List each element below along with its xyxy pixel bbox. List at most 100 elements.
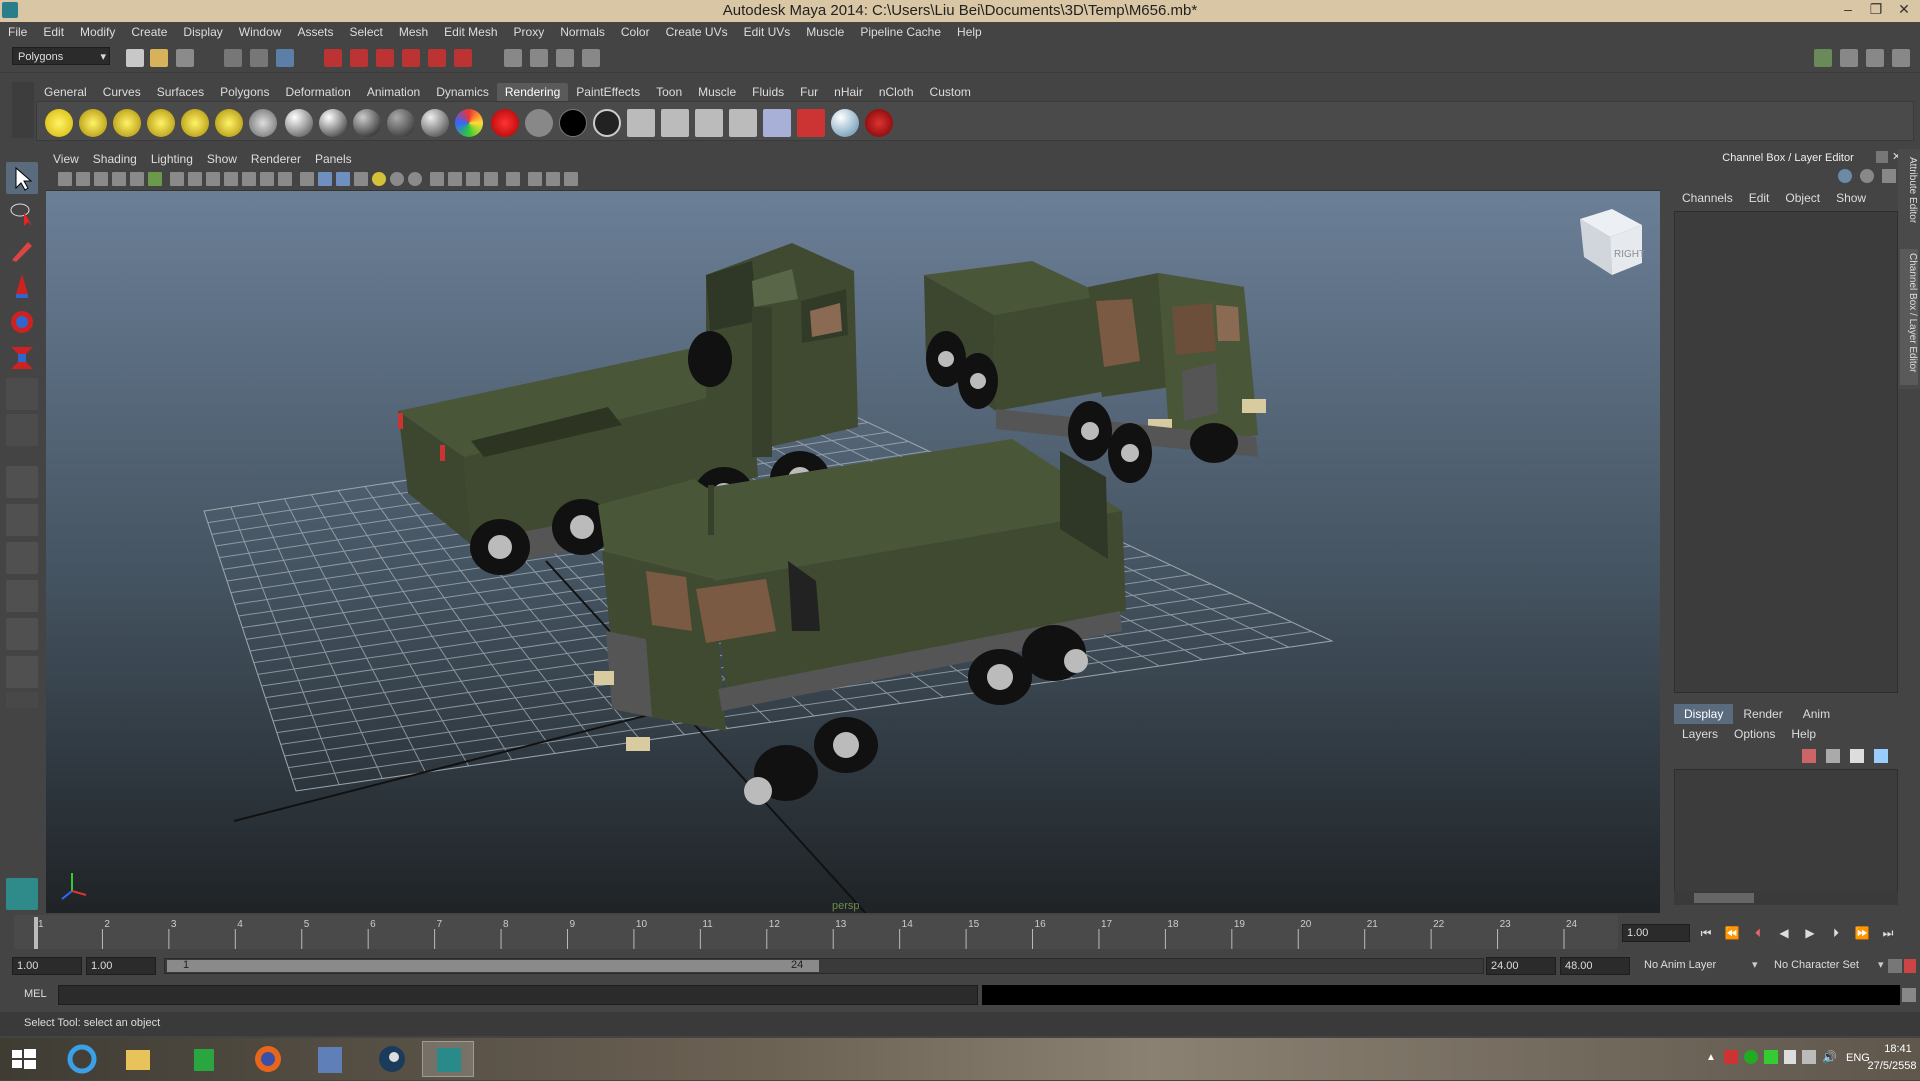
attribute-editor-side-tab[interactable]: Attribute Editor [1900, 153, 1918, 233]
snap-view-plane-icon[interactable] [402, 49, 420, 67]
shadows-icon[interactable] [408, 172, 422, 186]
range-slider-handle[interactable] [167, 960, 819, 972]
anim-layer-dropdown[interactable]: No Anim Layer [1644, 959, 1716, 971]
animation-preferences-icon[interactable] [1904, 959, 1916, 973]
menu-muscle[interactable]: Muscle [798, 22, 852, 43]
snap-point-icon[interactable] [376, 49, 394, 67]
menu-proxy[interactable]: Proxy [506, 22, 553, 43]
character-set-chevron-icon[interactable]: ▾ [1878, 958, 1884, 971]
step-forward-key-icon[interactable]: ⏩ [1854, 926, 1870, 940]
hud-toggle-icon[interactable] [564, 172, 578, 186]
menu-help[interactable]: Help [949, 22, 990, 43]
float-panel-icon[interactable] [1876, 151, 1888, 163]
clock-date[interactable]: 27/5/2558 [1864, 1060, 1920, 1072]
attribute-toggle-icon[interactable] [1882, 169, 1896, 183]
toggle-attribute-editor-icon[interactable] [1840, 49, 1858, 67]
shelf-tab-rendering[interactable]: Rendering [496, 83, 569, 101]
time-slider[interactable]: 1 2 3 4 5 6 7 8 9 10 11 12 13 14 15 16 17 18 19 20 21 22 23 24 [14, 915, 1618, 949]
menu-file[interactable]: File [0, 22, 35, 43]
wireframe-icon[interactable] [300, 172, 314, 186]
use-all-lights-icon[interactable] [390, 172, 404, 186]
internet-explorer-icon[interactable] [56, 1041, 108, 1077]
layer-tab-anim[interactable]: Anim [1793, 704, 1840, 724]
xray-joints-icon[interactable] [448, 172, 462, 186]
tray-app-icon[interactable] [1724, 1050, 1738, 1064]
step-back-key-icon[interactable]: ⏪ [1724, 926, 1740, 940]
image-plane-icon[interactable] [112, 172, 126, 186]
network-icon[interactable] [1802, 1050, 1816, 1064]
firefox-icon[interactable] [242, 1041, 294, 1077]
shelf-tab-fluids[interactable]: Fluids [744, 83, 792, 101]
shelf-tab-general[interactable]: General [36, 83, 95, 101]
shelf-menu-handle[interactable] [12, 82, 34, 138]
layer-menu-layers[interactable]: Layers [1674, 727, 1726, 741]
gate-mask-icon[interactable] [224, 172, 238, 186]
current-time-field[interactable]: 1.00 [1622, 924, 1690, 942]
snap-live-icon[interactable] [428, 49, 446, 67]
render-view-icon[interactable] [504, 49, 522, 67]
phonge-material-icon[interactable] [387, 109, 415, 137]
channel-box-panel[interactable] [1674, 211, 1898, 693]
safe-action-icon[interactable] [260, 172, 274, 186]
shelf-tab-muscle[interactable]: Muscle [690, 83, 744, 101]
help-app-icon[interactable] [304, 1041, 356, 1077]
shelf-tab-fur[interactable]: Fur [792, 83, 826, 101]
high-quality-icon[interactable] [528, 172, 542, 186]
steam-icon[interactable] [366, 1041, 418, 1077]
spot-light-icon[interactable] [147, 109, 175, 137]
cb-menu-edit[interactable]: Edit [1741, 191, 1778, 205]
render-view-shelf-icon[interactable] [729, 109, 757, 137]
camera-icon[interactable] [249, 109, 277, 137]
channel-box-side-tab[interactable]: Channel Box / Layer Editor [1900, 249, 1918, 385]
security-icon[interactable] [1744, 1050, 1758, 1064]
four-view-layout-icon[interactable] [6, 504, 38, 536]
menu-normals[interactable]: Normals [552, 22, 613, 43]
layer-tab-render[interactable]: Render [1733, 704, 1792, 724]
lambert-material-icon[interactable] [285, 109, 313, 137]
backface-culling-icon[interactable] [484, 172, 498, 186]
move-layer-down-icon[interactable] [1826, 749, 1840, 763]
save-scene-icon[interactable] [176, 49, 194, 67]
shelf-tab-polygons[interactable]: Polygons [212, 83, 277, 101]
select-camera-icon[interactable] [58, 172, 72, 186]
shelf-tab-custom[interactable]: Custom [922, 83, 979, 101]
volume-light-icon[interactable] [215, 109, 243, 137]
menu-edit[interactable]: Edit [35, 22, 72, 43]
layer-tab-display[interactable]: Display [1674, 704, 1734, 724]
film-gate-icon[interactable] [188, 172, 202, 186]
channel-box-toggle-icon[interactable] [1838, 169, 1852, 183]
select-hierarchy-icon[interactable] [224, 49, 242, 67]
layer-list-panel[interactable] [1674, 769, 1898, 894]
clock-time[interactable]: 18:41 [1876, 1043, 1920, 1055]
toggle-channel-box-icon[interactable] [1892, 49, 1910, 67]
panel-menu-renderer[interactable]: Renderer [244, 149, 308, 166]
use-background-icon[interactable] [559, 109, 587, 137]
surface-shader-icon[interactable] [525, 109, 553, 137]
volume-icon[interactable]: 🔊 [1822, 1050, 1837, 1064]
new-layer-selected-icon[interactable] [1874, 749, 1888, 763]
panel-menu-panels[interactable]: Panels [308, 149, 359, 166]
shelf-tab-surfaces[interactable]: Surfaces [149, 83, 212, 101]
scale-tool-icon[interactable] [6, 342, 38, 374]
shelf-tab-ncloth[interactable]: nCloth [871, 83, 922, 101]
panel-menu-show[interactable]: Show [200, 149, 244, 166]
menu-edit-mesh[interactable]: Edit Mesh [436, 22, 505, 43]
panel-menu-view[interactable]: View [46, 149, 86, 166]
point-light-icon[interactable] [113, 109, 141, 137]
step-back-frame-icon[interactable]: ⏴ [1750, 926, 1766, 940]
menu-pipeline-cache[interactable]: Pipeline Cache [852, 22, 949, 43]
ipr-render-shelf-icon[interactable] [661, 109, 689, 137]
lasso-tool-icon[interactable] [6, 198, 38, 230]
camera-attributes-icon[interactable] [76, 172, 90, 186]
select-tool-icon[interactable] [6, 162, 38, 194]
grid-toggle-icon[interactable] [170, 172, 184, 186]
layer-menu-options[interactable]: Options [1726, 727, 1783, 741]
play-backwards-icon[interactable]: ◀ [1776, 926, 1792, 940]
animation-start-field[interactable]: 1.00 [12, 957, 82, 975]
isolate-select-icon[interactable] [506, 172, 520, 186]
script-editor-icon[interactable] [1902, 988, 1916, 1002]
command-language-label[interactable]: MEL [24, 988, 47, 1000]
persp-graph-layout-icon[interactable] [6, 580, 38, 612]
store-icon[interactable] [178, 1041, 230, 1077]
snap-grid-icon[interactable] [324, 49, 342, 67]
